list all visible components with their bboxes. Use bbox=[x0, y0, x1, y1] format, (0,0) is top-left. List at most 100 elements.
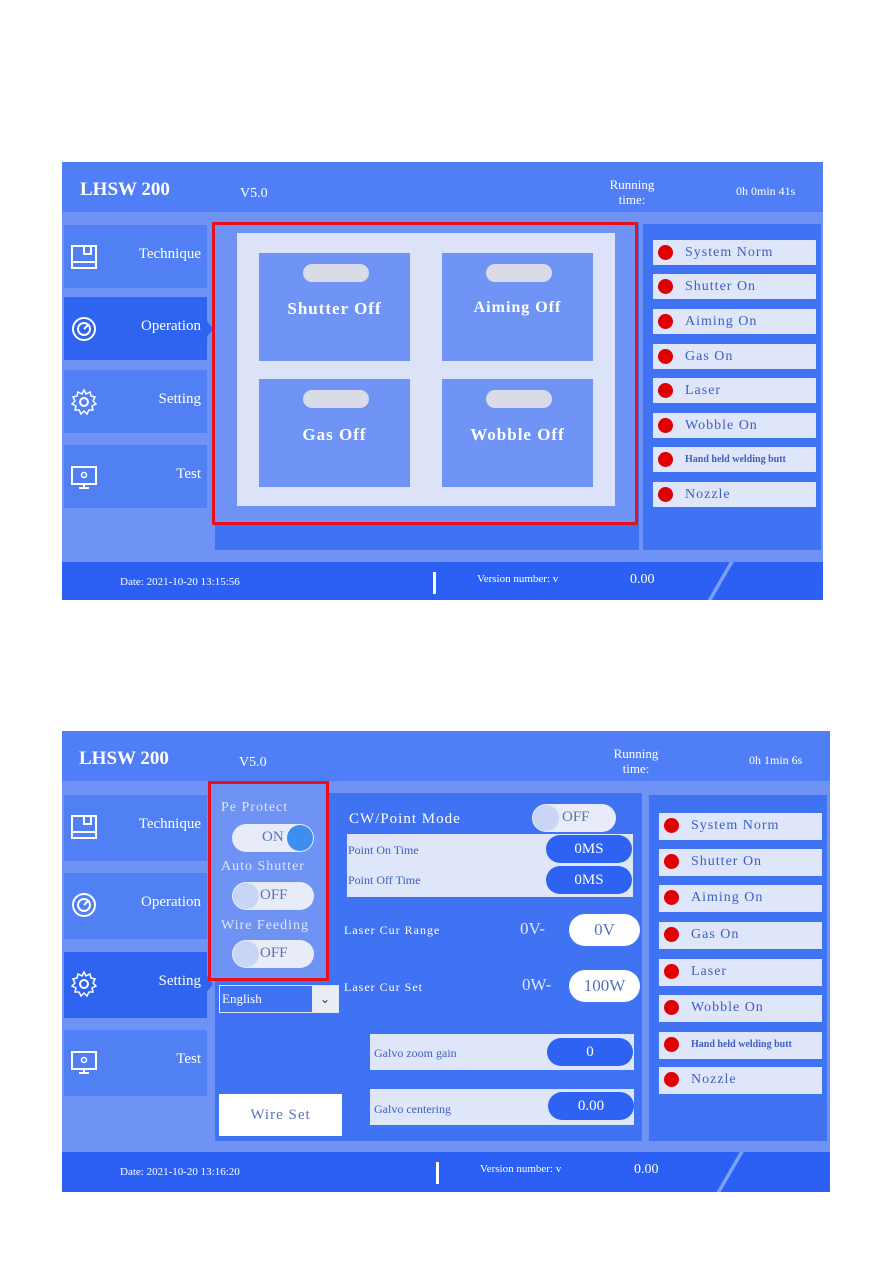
led-icon bbox=[658, 418, 673, 433]
indicator-pill bbox=[486, 390, 552, 408]
book-icon bbox=[70, 243, 98, 271]
status-panel: System Norm Shutter On Aiming On Gas On … bbox=[643, 224, 821, 550]
galvo-zoom-gain-input[interactable]: 0 bbox=[547, 1038, 633, 1066]
gauge-icon bbox=[70, 891, 98, 919]
point-on-time-label: Point On Time bbox=[348, 843, 419, 857]
toggle-knob bbox=[287, 825, 313, 851]
nav-operation[interactable]: Operation bbox=[64, 873, 207, 939]
nav-label: Technique bbox=[138, 246, 201, 262]
wire-set-button[interactable]: Wire Set bbox=[219, 1094, 342, 1136]
led-icon bbox=[664, 1000, 679, 1015]
status-item: Nozzle bbox=[659, 1067, 822, 1094]
led-icon bbox=[658, 279, 673, 294]
wire-feeding-toggle[interactable]: OFF bbox=[232, 940, 314, 968]
status-panel: System Norm Shutter On Aiming On Gas On … bbox=[649, 795, 827, 1141]
status-item: System Norm bbox=[653, 240, 816, 265]
nav-technique[interactable]: Technique bbox=[64, 225, 207, 288]
operation-button-grid: Shutter Off Aiming Off Gas Off Wobble Of… bbox=[237, 233, 615, 506]
gas-toggle-button[interactable]: Gas Off bbox=[259, 379, 410, 487]
operation-screen: LHSW 200 V5.0 Running time: 0h 0min 41s … bbox=[62, 162, 823, 600]
highlight-box: Pe Protect ON Auto Shutter OFF Wire Feed… bbox=[208, 781, 329, 981]
nav-setting[interactable]: Setting bbox=[64, 952, 213, 1018]
led-icon bbox=[658, 487, 673, 502]
status-item: Gas On bbox=[659, 922, 822, 949]
status-item: Wobble On bbox=[653, 413, 816, 438]
nav-test[interactable]: Test bbox=[64, 445, 207, 508]
point-off-time-label: Point Off Time bbox=[348, 873, 421, 887]
auto-shutter-toggle[interactable]: OFF bbox=[232, 882, 314, 910]
status-item: Laser bbox=[653, 378, 816, 403]
date-readout: Date: 2021-10-20 13:15:56 bbox=[120, 576, 240, 588]
cw-point-mode-toggle[interactable]: OFF bbox=[532, 804, 616, 832]
galvo-zoom-gain-label: Galvo zoom gain bbox=[374, 1046, 457, 1060]
laser-cur-set-label: Laser Cur Set bbox=[344, 980, 423, 994]
footer-bar: Date: 2021-10-20 13:16:20 Version number… bbox=[62, 1152, 830, 1192]
point-time-box: Point On Time 0MS Point Off Time 0MS bbox=[347, 834, 633, 897]
indicator-pill bbox=[303, 390, 369, 408]
pe-protect-toggle[interactable]: ON bbox=[232, 824, 314, 852]
led-icon bbox=[658, 383, 673, 398]
led-icon bbox=[664, 1037, 679, 1052]
aiming-toggle-button[interactable]: Aiming Off bbox=[442, 253, 593, 361]
header-bar: LHSW 200 V5.0 Running time: 0h 0min 41s bbox=[62, 162, 823, 212]
indicator-pill bbox=[486, 264, 552, 282]
monitor-icon bbox=[70, 1048, 98, 1076]
nav-label: Test bbox=[176, 1051, 201, 1067]
wire-feeding-label: Wire Feeding bbox=[221, 918, 310, 933]
decorative-slash bbox=[714, 1152, 744, 1192]
laser-cur-range-prefix: 0V- bbox=[520, 919, 545, 938]
laser-cur-set-prefix: 0W- bbox=[522, 975, 552, 994]
laser-cur-set-input[interactable]: 100W bbox=[569, 970, 640, 1002]
toggle-knob bbox=[233, 883, 259, 909]
status-item: Aiming On bbox=[653, 309, 816, 334]
nav-label: Setting bbox=[158, 391, 201, 407]
status-item: Nozzle bbox=[653, 482, 816, 507]
gear-icon bbox=[70, 388, 98, 416]
status-item: System Norm bbox=[659, 813, 822, 840]
led-icon bbox=[664, 818, 679, 833]
nav-technique[interactable]: Technique bbox=[64, 795, 207, 861]
led-icon bbox=[658, 245, 673, 260]
point-on-time-input[interactable]: 0MS bbox=[546, 835, 632, 863]
led-icon bbox=[664, 854, 679, 869]
decorative-slash bbox=[704, 562, 734, 600]
status-item: Hand held welding butt bbox=[659, 1032, 822, 1059]
toggle-knob bbox=[533, 805, 559, 831]
galvo-zoom-gain-row: Galvo zoom gain 0 bbox=[370, 1034, 634, 1070]
point-off-time-input[interactable]: 0MS bbox=[546, 866, 632, 894]
monitor-icon bbox=[70, 463, 98, 491]
cw-point-mode-label: CW/Point Mode bbox=[349, 811, 461, 827]
nav-operation[interactable]: Operation bbox=[64, 297, 213, 360]
led-icon bbox=[658, 452, 673, 467]
status-item: Shutter On bbox=[653, 274, 816, 299]
led-icon bbox=[664, 1072, 679, 1087]
galvo-centering-label: Galvo centering bbox=[374, 1102, 451, 1116]
date-readout: Date: 2021-10-20 13:16:20 bbox=[120, 1166, 240, 1178]
setting-screen: LHSW 200 V5.0 Running time: 0h 1min 6s T… bbox=[62, 731, 830, 1192]
gear-icon bbox=[70, 970, 98, 998]
nav-label: Operation bbox=[141, 894, 201, 910]
laser-cur-range-input[interactable]: 0V bbox=[569, 914, 640, 946]
divider bbox=[436, 1162, 439, 1184]
nav-setting[interactable]: Setting bbox=[64, 370, 207, 433]
led-icon bbox=[658, 314, 673, 329]
language-select[interactable]: English ⌄ bbox=[219, 985, 339, 1013]
version-value: 0.00 bbox=[634, 1162, 659, 1177]
highlight-box: Shutter Off Aiming Off Gas Off Wobble Of… bbox=[212, 222, 638, 525]
wobble-toggle-button[interactable]: Wobble Off bbox=[442, 379, 593, 487]
nav-test[interactable]: Test bbox=[64, 1030, 207, 1096]
shutter-toggle-button[interactable]: Shutter Off bbox=[259, 253, 410, 361]
galvo-centering-row: Galvo centering 0.00 bbox=[370, 1089, 634, 1125]
status-item: Laser bbox=[659, 959, 822, 986]
led-icon bbox=[664, 890, 679, 905]
pe-protect-label: Pe Protect bbox=[221, 800, 289, 815]
laser-cur-range-label: Laser Cur Range bbox=[344, 923, 441, 937]
status-item: Shutter On bbox=[659, 849, 822, 876]
status-item: Hand held welding butt bbox=[653, 447, 816, 472]
version-label: Version number: v bbox=[477, 573, 559, 585]
galvo-centering-input[interactable]: 0.00 bbox=[548, 1092, 634, 1120]
gauge-icon bbox=[70, 315, 98, 343]
status-item: Wobble On bbox=[659, 995, 822, 1022]
led-icon bbox=[664, 927, 679, 942]
status-item: Gas On bbox=[653, 344, 816, 369]
